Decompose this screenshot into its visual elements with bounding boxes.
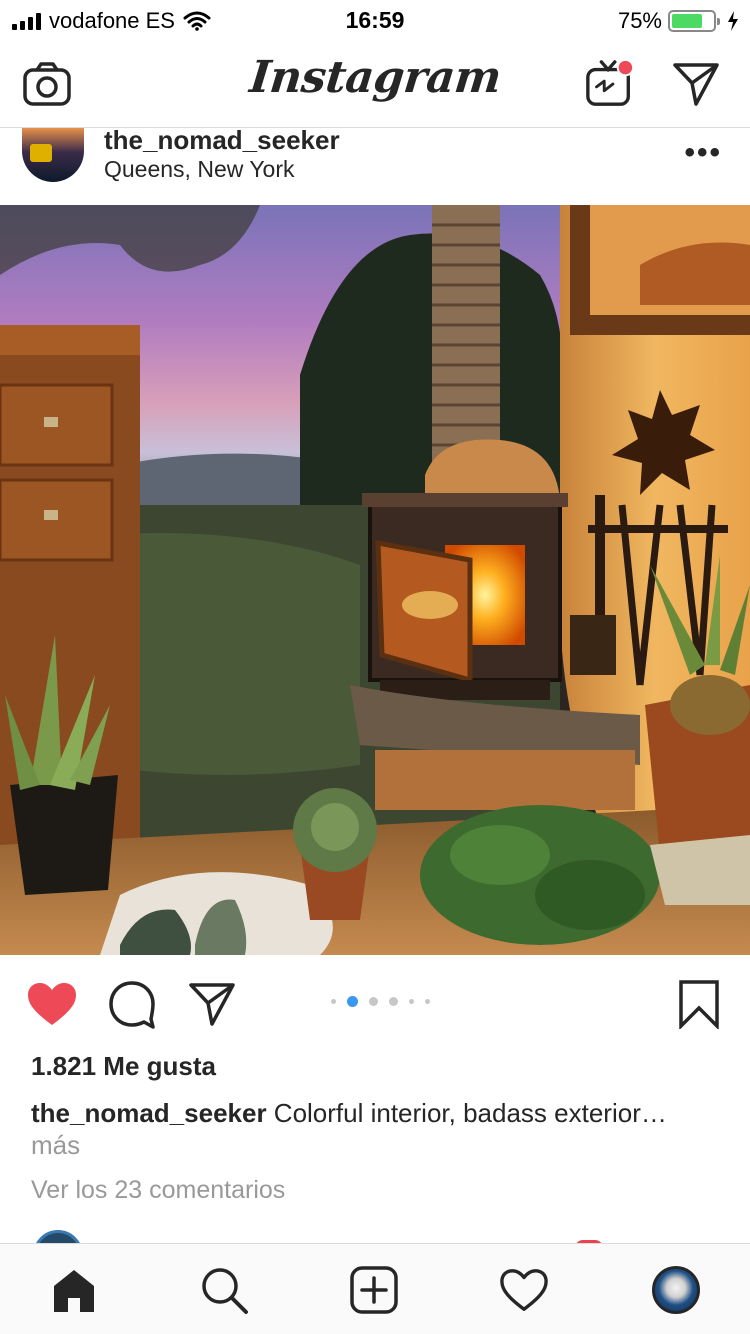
battery-percent: 75% [617, 8, 662, 33]
caption-more-link[interactable]: más [31, 1130, 80, 1160]
post-location[interactable]: Queens, New York [104, 156, 295, 183]
activity-icon[interactable] [498, 1264, 550, 1316]
charging-bolt-icon [728, 11, 738, 31]
direct-message-icon[interactable] [670, 58, 722, 110]
post-header: the_nomad_seeker Queens, New York ••• [0, 125, 750, 205]
next-post-peek [0, 1228, 750, 1244]
instagram-logo: Instagram [246, 52, 504, 103]
carousel-dot [330, 999, 336, 1004]
carousel-dot [368, 997, 378, 1006]
new-post-icon[interactable] [348, 1264, 400, 1316]
post-username[interactable]: the_nomad_seeker [104, 125, 340, 156]
carousel-dot [424, 999, 430, 1004]
post-actions [0, 955, 750, 1050]
view-comments-link[interactable]: Ver los 23 comentarios [31, 1176, 285, 1205]
carousel-dot [408, 999, 414, 1004]
battery-level [672, 14, 702, 28]
profile-avatar [652, 1266, 700, 1314]
tab-bar [0, 1243, 750, 1334]
caption-username[interactable]: the_nomad_seeker [31, 1098, 267, 1128]
ellipsis-icon[interactable]: ••• [684, 136, 722, 170]
home-icon[interactable] [48, 1264, 100, 1316]
next-post-avatar [33, 1230, 83, 1244]
app-header: Instagram [0, 40, 750, 128]
likes-count[interactable]: 1.821 Me gusta [31, 1051, 216, 1082]
post-photo[interactable] [0, 205, 750, 955]
battery-icon [668, 10, 720, 32]
post-author-avatar[interactable] [22, 128, 84, 182]
bookmark-icon[interactable] [672, 977, 726, 1031]
igtv-notification-dot [616, 58, 635, 77]
carousel-indicator [0, 996, 750, 1007]
status-right: 75% [618, 8, 740, 34]
profile-icon[interactable] [650, 1264, 702, 1316]
search-icon[interactable] [198, 1264, 250, 1316]
caption-text: Colorful interior, badass exterior… [266, 1098, 667, 1128]
post-caption: the_nomad_seeker Colorful interior, bada… [31, 1097, 721, 1161]
igtv-icon[interactable] [584, 58, 636, 110]
carousel-dot [388, 997, 398, 1006]
carousel-dot-active [346, 996, 358, 1007]
status-bar: vodafone ES 16:59 75% [0, 0, 750, 40]
